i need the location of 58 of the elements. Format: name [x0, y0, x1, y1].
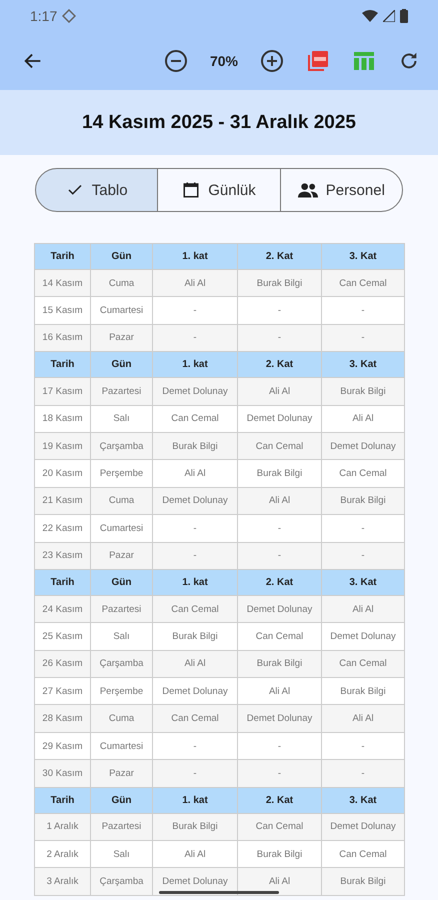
- table-cell: Çarşamba: [91, 432, 153, 460]
- table-cell: 14 Kasım: [35, 270, 91, 298]
- table-cell: 1 Aralık: [35, 814, 91, 842]
- status-time: 1:17: [30, 8, 58, 24]
- date-range-title: 14 Kasım 2025 - 31 Aralık 2025: [82, 112, 356, 134]
- table-cell: Pazartesi: [91, 378, 153, 406]
- table-cell: Ali Al: [153, 650, 238, 678]
- table-cell: Ali Al: [322, 596, 404, 624]
- view-tab[interactable]: Personel: [280, 168, 403, 212]
- signal-icon: [383, 10, 395, 22]
- table-cell: Burak Bilgi: [153, 432, 238, 460]
- table-cell: Demet Dolunay: [322, 814, 404, 842]
- table-cell: Can Cemal: [238, 432, 322, 460]
- table-cell: Demet Dolunay: [153, 488, 238, 516]
- table-cell: 3 Aralık: [35, 868, 91, 896]
- zoom-level: 70%: [210, 53, 238, 69]
- table-cell: Cuma: [91, 705, 153, 733]
- view-tab[interactable]: Günlük: [157, 168, 281, 212]
- table-cell: 26 Kasım: [35, 650, 91, 678]
- table-cell: Can Cemal: [153, 705, 238, 733]
- table-cell: Burak Bilgi: [238, 270, 322, 298]
- table-cell: Cuma: [91, 270, 153, 298]
- diamond-icon: [62, 9, 76, 23]
- table-cell: Demet Dolunay: [153, 378, 238, 406]
- table-cell: Can Cemal: [322, 650, 404, 678]
- table-cell: Ali Al: [153, 270, 238, 298]
- table-cell: Burak Bilgi: [238, 650, 322, 678]
- table-cell: Çarşamba: [91, 650, 153, 678]
- battery-icon: [400, 9, 408, 23]
- zoom-in-icon[interactable]: [260, 49, 284, 73]
- table-cell: Burak Bilgi: [322, 488, 404, 516]
- table-cell: 17 Kasım: [35, 378, 91, 406]
- table-cell: Ali Al: [238, 378, 322, 406]
- table-cell: Demet Dolunay: [238, 596, 322, 624]
- pdf-icon[interactable]: [306, 49, 330, 73]
- table-cell: Demet Dolunay: [322, 432, 404, 460]
- table-cell: Burak Bilgi: [153, 814, 238, 842]
- table-cell: Burak Bilgi: [322, 378, 404, 406]
- table-cell: Ali Al: [322, 705, 404, 733]
- table-cell: Cuma: [91, 488, 153, 516]
- table-cell: Ali Al: [238, 488, 322, 516]
- table-cell: Demet Dolunay: [238, 705, 322, 733]
- table-cell: Pazartesi: [91, 814, 153, 842]
- table-cell: 19 Kasım: [35, 432, 91, 460]
- view-tab[interactable]: Tablo: [35, 168, 158, 212]
- table-cell: 21 Kasım: [35, 488, 91, 516]
- table-cell: 28 Kasım: [35, 705, 91, 733]
- wifi-icon: [362, 10, 378, 22]
- people-icon: [298, 182, 318, 198]
- zoom-out-icon[interactable]: [164, 49, 188, 73]
- table-cell: Can Cemal: [238, 814, 322, 842]
- table-cell: Can Cemal: [153, 596, 238, 624]
- table-cell: 24 Kasım: [35, 596, 91, 624]
- calendar-icon: [182, 181, 200, 199]
- table-cell: Can Cemal: [322, 270, 404, 298]
- table-cell: Burak Bilgi: [322, 868, 404, 896]
- table-cell: Pazartesi: [91, 596, 153, 624]
- table-cell: Çarşamba: [91, 868, 153, 896]
